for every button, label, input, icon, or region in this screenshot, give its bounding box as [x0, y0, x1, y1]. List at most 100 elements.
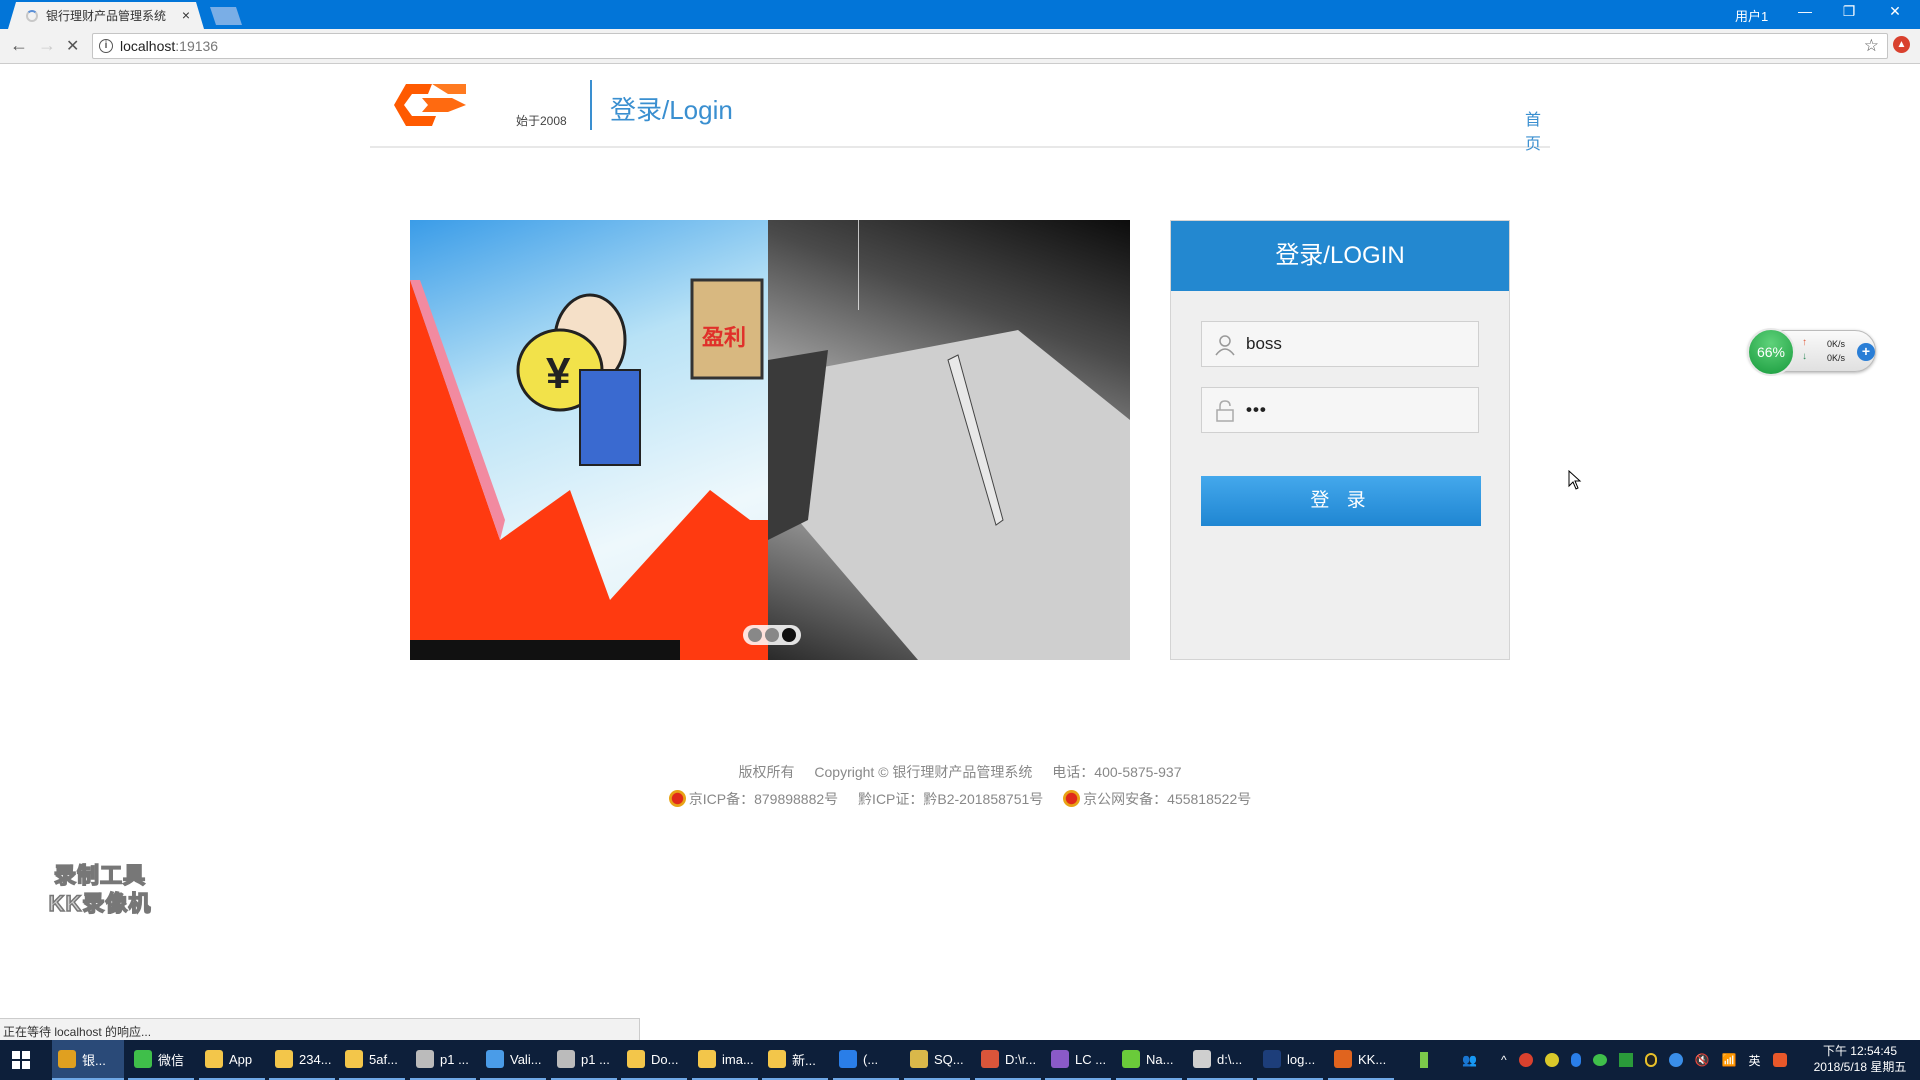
taskbar-item[interactable]: Na... [1116, 1040, 1182, 1080]
folder-icon [768, 1050, 786, 1068]
login-heading: 登录/LOGIN [1171, 221, 1509, 291]
tray-app-green-icon[interactable] [1618, 1053, 1633, 1067]
qq-icon[interactable] [1644, 1053, 1657, 1067]
taskbar-item[interactable]: p1 ... [551, 1040, 617, 1080]
tray-app-red-icon[interactable] [1518, 1053, 1533, 1067]
taskbar-item[interactable]: 微信 [128, 1040, 194, 1080]
wechat-icon [134, 1050, 152, 1068]
taskbar-item[interactable]: log... [1257, 1040, 1323, 1080]
forward-button[interactable]: → [38, 35, 56, 56]
carousel-dot-3[interactable] [782, 628, 796, 642]
svg-text:¥: ¥ [546, 349, 571, 398]
since-tagline: 始于2008 [516, 114, 567, 128]
taskbar-item[interactable]: Vali... [480, 1040, 546, 1080]
accelerate-plus-icon[interactable]: + [1857, 343, 1875, 361]
bluetooth-icon[interactable] [1570, 1053, 1581, 1067]
home-link[interactable]: 首页 [1525, 106, 1550, 154]
navicat-icon [1122, 1050, 1140, 1068]
tray-app-blue-icon[interactable] [1668, 1053, 1683, 1067]
console-icon [1193, 1050, 1211, 1068]
taskbar-item[interactable]: d:\... [1187, 1040, 1253, 1080]
taskbar-item[interactable]: LC ... [1045, 1040, 1111, 1080]
wifi-icon[interactable]: 📶 [1722, 1053, 1737, 1067]
taskbar-item-label: 5af... [369, 1051, 398, 1067]
taskbar-item-label: App [229, 1051, 253, 1067]
usb-icon[interactable] [1420, 1052, 1428, 1068]
taskbar-item-label: LC ... [1075, 1051, 1107, 1067]
image-carousel[interactable]: ¥ 盈利 [410, 220, 1130, 660]
windows-start-icon[interactable] [12, 1051, 30, 1069]
sogou-ime-icon[interactable] [1772, 1053, 1787, 1067]
taskbar-item-label: D:\r... [1005, 1051, 1037, 1067]
taskbar-item[interactable]: (... [833, 1040, 899, 1080]
taskbar-item[interactable]: 234... [269, 1040, 335, 1080]
username-field[interactable]: boss [1201, 321, 1479, 367]
browser-titlebar: 银行理财产品管理系统 × 用户1 — ❐ ✕ [0, 0, 1920, 29]
watermark-line-1: 录制工具 [53, 862, 146, 889]
people-icon[interactable]: 👥 [1462, 1053, 1477, 1067]
carousel-slide-notebook-photo [768, 220, 1130, 660]
chrome-icon [58, 1050, 76, 1068]
extension-icon[interactable]: ▲ [1893, 36, 1910, 53]
password-field[interactable]: ••• [1201, 387, 1479, 433]
username-value: boss [1246, 334, 1282, 353]
footer-registration-line: 京ICP备：879898882号 黔ICP证：黔B2-201858751号 京公… [0, 789, 1920, 809]
taskbar-item[interactable]: SQ... [904, 1040, 970, 1080]
browser-tab-active[interactable]: 银行理财产品管理系统 × [8, 2, 204, 29]
taskbar-item[interactable]: 新... [762, 1040, 828, 1080]
tray-wechat-icon[interactable] [1592, 1054, 1607, 1066]
taskbar-item[interactable]: KK... [1328, 1040, 1394, 1080]
taskbar-item-label: Na... [1146, 1051, 1174, 1067]
carousel-dot-1[interactable] [748, 628, 762, 642]
tray-app-yellow-icon[interactable] [1544, 1053, 1559, 1067]
taskbar-item[interactable]: p1 ... [410, 1040, 476, 1080]
login-submit-button[interactable]: 登 录 [1201, 476, 1481, 526]
folder-icon [205, 1050, 223, 1068]
folder-icon [275, 1050, 293, 1068]
loading-spinner-icon [26, 9, 38, 22]
input-method-indicator[interactable]: 英 [1749, 1052, 1761, 1069]
taskbar-item-label: p1 ... [581, 1051, 610, 1067]
new-tab-button[interactable] [210, 7, 242, 25]
tab-title: 银行理财产品管理系统 [46, 9, 167, 23]
tab-close-icon[interactable]: × [182, 7, 190, 23]
taskbar-item-label: Do... [651, 1051, 679, 1067]
stop-loading-button[interactable]: ✕ [66, 36, 79, 56]
taskbar-item-label: 银... [82, 1052, 106, 1068]
url-text: localhost:19136 [120, 38, 218, 54]
brand-logo-icon[interactable] [392, 82, 468, 128]
minimize-button[interactable]: — [1790, 3, 1820, 19]
taskbar-item-label: log... [1287, 1051, 1316, 1067]
taskbar-item[interactable]: Do... [621, 1040, 687, 1080]
header-divider [590, 80, 592, 130]
site-info-icon[interactable]: i [99, 39, 113, 53]
drive-icon [557, 1050, 575, 1068]
folder-icon [698, 1050, 716, 1068]
mouse-cursor-icon [1568, 470, 1582, 490]
wps-icon [839, 1050, 857, 1068]
carousel-dot-2[interactable] [765, 628, 779, 642]
notebook-pen-photo-icon [768, 220, 1130, 660]
browser-profile-label[interactable]: 用户1 [1735, 6, 1768, 25]
upload-speed: 0K/s [1827, 339, 1846, 349]
tray-expand-icon[interactable]: ^ [1501, 1053, 1507, 1067]
taskbar-item[interactable]: 银... [52, 1040, 124, 1080]
url-port: :19136 [175, 38, 219, 54]
netspeed-widget[interactable]: 66% ↑ ↓ 0K/s 0K/s + [1747, 328, 1876, 376]
taskbar-item[interactable]: App [199, 1040, 265, 1080]
taskbar-item-label: d:\... [1217, 1051, 1243, 1067]
cube-icon [486, 1050, 504, 1068]
window-close-button[interactable]: ✕ [1880, 3, 1910, 20]
bookmark-star-icon[interactable]: ☆ [1864, 36, 1879, 56]
volume-muted-icon[interactable]: 🔇 [1695, 1053, 1710, 1067]
taskbar-item[interactable]: D:\r... [975, 1040, 1041, 1080]
folder-icon [627, 1050, 645, 1068]
taskbar-item[interactable]: ima... [692, 1040, 758, 1080]
system-clock[interactable]: 下午 12:54:45 2018/5/18 星期五 [1808, 1043, 1912, 1075]
address-toolbar: ← → ✕ i localhost:19136 ☆ ▲ [0, 29, 1920, 64]
watermark-line-2: KK录像机 [48, 890, 152, 917]
taskbar-item[interactable]: 5af... [339, 1040, 405, 1080]
url-input[interactable]: i localhost:19136 ☆ [92, 33, 1888, 59]
back-button[interactable]: ← [10, 35, 28, 56]
restore-button[interactable]: ❐ [1834, 3, 1864, 20]
